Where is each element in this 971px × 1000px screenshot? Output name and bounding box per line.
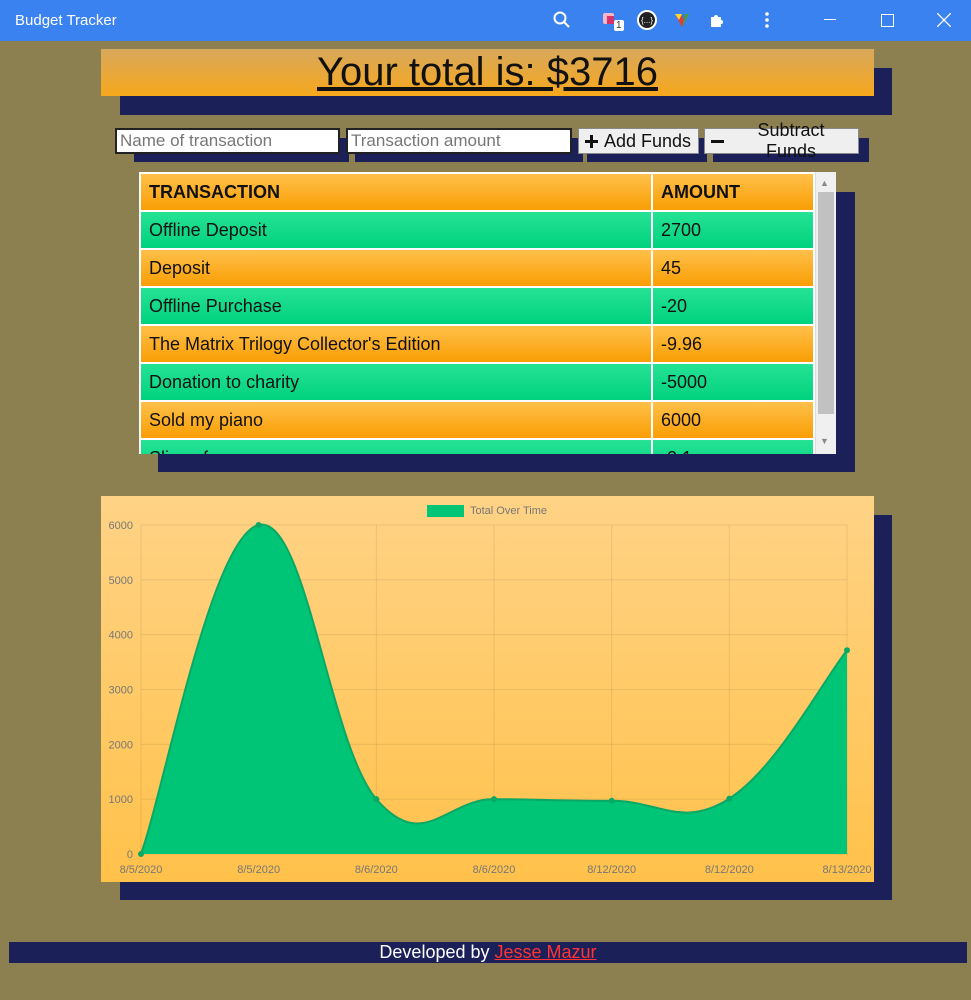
table-row: The Matrix Trilogy Collector's Edition -9… <box>141 326 813 362</box>
extensions-puzzle-icon[interactable] <box>704 8 730 32</box>
minimize-icon[interactable] <box>807 0 853 40</box>
transaction-name-input[interactable] <box>115 128 340 154</box>
x-tick-label: 8/6/2020 <box>473 864 516 876</box>
y-tick-label: 6000 <box>109 520 133 532</box>
transaction-amount: -2.1 <box>653 440 813 454</box>
colorful-extension-icon[interactable] <box>669 8 695 32</box>
transaction-name: Sold my piano <box>141 402 651 438</box>
transaction-amount: -20 <box>653 288 813 324</box>
x-tick-label: 8/13/2020 <box>823 864 872 876</box>
window-title: Budget Tracker <box>15 12 117 29</box>
extension-badge: 1 <box>614 20 624 31</box>
table-row: Offline Deposit 2700 <box>141 212 813 248</box>
transaction-name: Offline Purchase <box>141 288 651 324</box>
table-row: Donation to charity -5000 <box>141 364 813 400</box>
data-point <box>726 795 733 802</box>
transaction-name: Donation to charity <box>141 364 651 400</box>
chart-svg: 0 1000 2000 3000 4000 5000 6000 8/5/2020 8/5/202… <box>109 505 872 876</box>
x-tick-label: 8/5/2020 <box>237 864 280 876</box>
y-tick-label: 2000 <box>109 739 133 751</box>
total-header: Your total is: $3716 <box>101 49 874 96</box>
scroll-up-icon[interactable]: ▲ <box>820 178 829 188</box>
data-point <box>138 851 144 857</box>
x-tick-label: 8/6/2020 <box>355 864 398 876</box>
scroll-thumb[interactable] <box>818 192 834 414</box>
subtract-funds-label: Subtract Funds <box>757 120 825 161</box>
footer-prefix: Developed by <box>379 942 490 962</box>
more-menu-icon[interactable] <box>754 8 780 32</box>
transaction-name: Offline Deposit <box>141 212 651 248</box>
data-point <box>255 522 262 528</box>
title-bar: Budget Tracker 1 {...} <box>0 0 971 41</box>
x-tick-label: 8/5/2020 <box>120 864 163 876</box>
close-icon[interactable] <box>921 0 967 40</box>
data-point <box>844 647 850 654</box>
transaction-amount: -9.96 <box>653 326 813 362</box>
transaction-amount: 2700 <box>653 212 813 248</box>
transaction-name: The Matrix Trilogy Collector's Edition <box>141 326 651 362</box>
transaction-amount: 6000 <box>653 402 813 438</box>
subtract-funds-button[interactable]: Subtract Funds <box>704 120 859 161</box>
y-tick-label: 3000 <box>109 685 133 697</box>
table-row: Slice of-2.1 <box>141 440 813 454</box>
transaction-name: Deposit <box>141 250 651 286</box>
legend-swatch <box>427 505 464 517</box>
data-point <box>491 796 497 803</box>
x-tick-label: 8/12/2020 <box>705 864 754 876</box>
footer: Developed by Jesse Mazur <box>9 942 967 963</box>
legend-label: Total Over Time <box>470 505 547 517</box>
add-funds-label: Add Funds <box>604 130 692 151</box>
y-tick-label: 4000 <box>109 630 133 642</box>
x-tick-label: 8/12/2020 <box>587 864 636 876</box>
y-tick-label: 5000 <box>109 575 133 587</box>
minus-icon <box>711 139 724 143</box>
transaction-amount-input[interactable] <box>346 128 572 154</box>
scroll-down-icon[interactable]: ▼ <box>820 436 829 446</box>
maximize-icon[interactable] <box>864 0 910 40</box>
extension-puzzle-badge-icon[interactable]: 1 <box>598 8 624 32</box>
add-funds-button[interactable]: Add Funds <box>578 128 699 154</box>
transaction-amount: 45 <box>653 250 813 286</box>
y-tick-label: 1000 <box>109 794 133 806</box>
transactions-table-container[interactable]: Transaction Amount Offline Deposit 2700 D… <box>139 172 836 454</box>
transactions-table: Transaction Amount Offline Deposit 2700 D… <box>139 172 815 454</box>
column-header-amount: Amount <box>653 174 813 210</box>
table-scrollbar[interactable]: ▲ ▼ <box>815 172 836 454</box>
y-tick-label: 0 <box>127 849 133 861</box>
plus-icon <box>585 134 598 148</box>
table-row: Sold my piano 6000 <box>141 402 813 438</box>
author-link[interactable]: Jesse Mazur <box>495 942 597 962</box>
table-row: Offline Purchase -20 <box>141 288 813 324</box>
data-point <box>373 796 380 803</box>
json-viewer-icon[interactable]: {...} <box>634 8 660 32</box>
zoom-icon[interactable] <box>549 8 575 32</box>
data-point <box>608 797 615 804</box>
transaction-name: Slice of <box>141 440 651 454</box>
total-text: Your total is: $3716 <box>317 50 658 94</box>
column-header-transaction: Transaction <box>141 174 651 210</box>
total-over-time-chart: 0 1000 2000 3000 4000 5000 6000 8/5/2020 8/5/202… <box>101 496 874 882</box>
table-row: Deposit 45 <box>141 250 813 286</box>
transaction-amount: -5000 <box>653 364 813 400</box>
